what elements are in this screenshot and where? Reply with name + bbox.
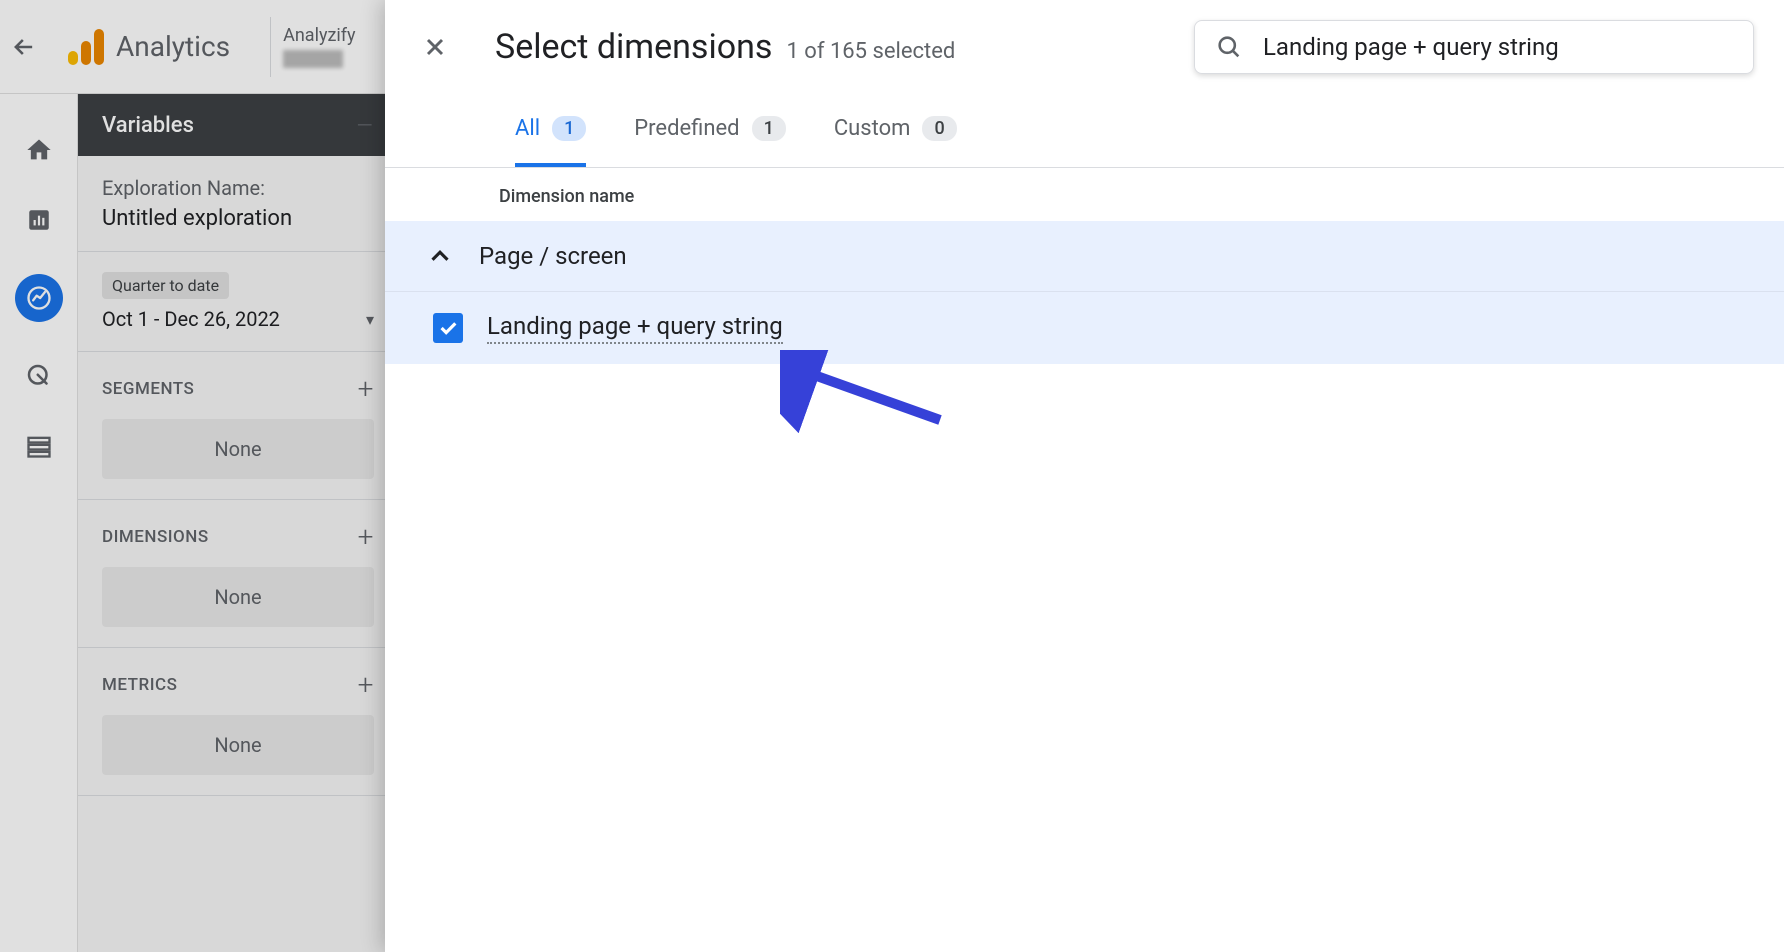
modal-subtitle: 1 of 165 selected	[786, 39, 955, 64]
metrics-empty[interactable]: None	[102, 715, 374, 775]
nav-rail	[0, 94, 78, 952]
tab-custom[interactable]: Custom 0	[834, 94, 957, 167]
variables-title: Variables	[102, 113, 194, 138]
segments-empty[interactable]: None	[102, 419, 374, 479]
add-segment-button[interactable]: +	[358, 372, 374, 405]
select-dimensions-modal: Select dimensions 1 of 165 selected All …	[385, 0, 1784, 952]
column-header: Dimension name	[385, 168, 1784, 221]
metrics-label: METRICS	[102, 675, 177, 695]
tab-predefined-count: 1	[752, 116, 786, 141]
tab-predefined[interactable]: Predefined 1	[634, 94, 786, 167]
tab-custom-label: Custom	[834, 116, 911, 141]
configure-icon[interactable]	[23, 430, 55, 462]
check-icon	[437, 317, 459, 339]
collapse-icon[interactable]: –	[356, 109, 374, 142]
back-button[interactable]	[0, 33, 48, 61]
date-preset-chip: Quarter to date	[102, 272, 229, 299]
search-field[interactable]	[1194, 20, 1754, 74]
add-metric-button[interactable]: +	[358, 668, 374, 701]
add-dimension-button[interactable]: +	[358, 520, 374, 553]
tab-predefined-label: Predefined	[634, 116, 739, 141]
tab-all-label: All	[515, 116, 540, 141]
date-range-value: Oct 1 - Dec 26, 2022	[102, 307, 280, 331]
filter-tabs: All 1 Predefined 1 Custom 0	[385, 94, 1784, 168]
reports-icon[interactable]	[23, 204, 55, 236]
dimension-checkbox[interactable]	[433, 313, 463, 343]
advertising-icon[interactable]	[23, 360, 55, 392]
account-crumb[interactable]: Analyzify	[270, 17, 367, 77]
dimensions-empty[interactable]: None	[102, 567, 374, 627]
exploration-name-label: Exploration Name:	[102, 176, 374, 200]
close-button[interactable]	[415, 27, 455, 67]
modal-title: Select dimensions	[495, 27, 772, 67]
dimension-item-label: Landing page + query string	[487, 312, 783, 344]
dropdown-icon: ▾	[366, 310, 374, 329]
exploration-name-value[interactable]: Untitled exploration	[102, 206, 374, 231]
tab-all-count: 1	[552, 116, 586, 141]
variables-header: Variables –	[78, 94, 398, 156]
analytics-logo: Analytics	[68, 29, 230, 65]
dimension-group-row[interactable]: Page / screen	[385, 221, 1784, 292]
tab-custom-count: 0	[922, 116, 956, 141]
analytics-logo-icon	[68, 29, 104, 65]
date-range-picker[interactable]: Oct 1 - Dec 26, 2022 ▾	[102, 307, 374, 331]
dimension-item-row[interactable]: Landing page + query string	[385, 292, 1784, 364]
variables-panel: Variables – Exploration Name: Untitled e…	[78, 94, 398, 952]
explore-icon[interactable]	[15, 274, 63, 322]
dimension-group-label: Page / screen	[479, 242, 627, 270]
home-icon[interactable]	[23, 134, 55, 166]
segments-label: SEGMENTS	[102, 379, 194, 399]
tab-all[interactable]: All 1	[515, 94, 586, 167]
product-name: Analytics	[116, 30, 230, 63]
chevron-up-icon	[425, 241, 455, 271]
account-crumb-label: Analyzify	[283, 25, 355, 46]
search-icon	[1215, 33, 1243, 61]
search-input[interactable]	[1263, 33, 1733, 61]
dimensions-label: DIMENSIONS	[102, 527, 209, 547]
